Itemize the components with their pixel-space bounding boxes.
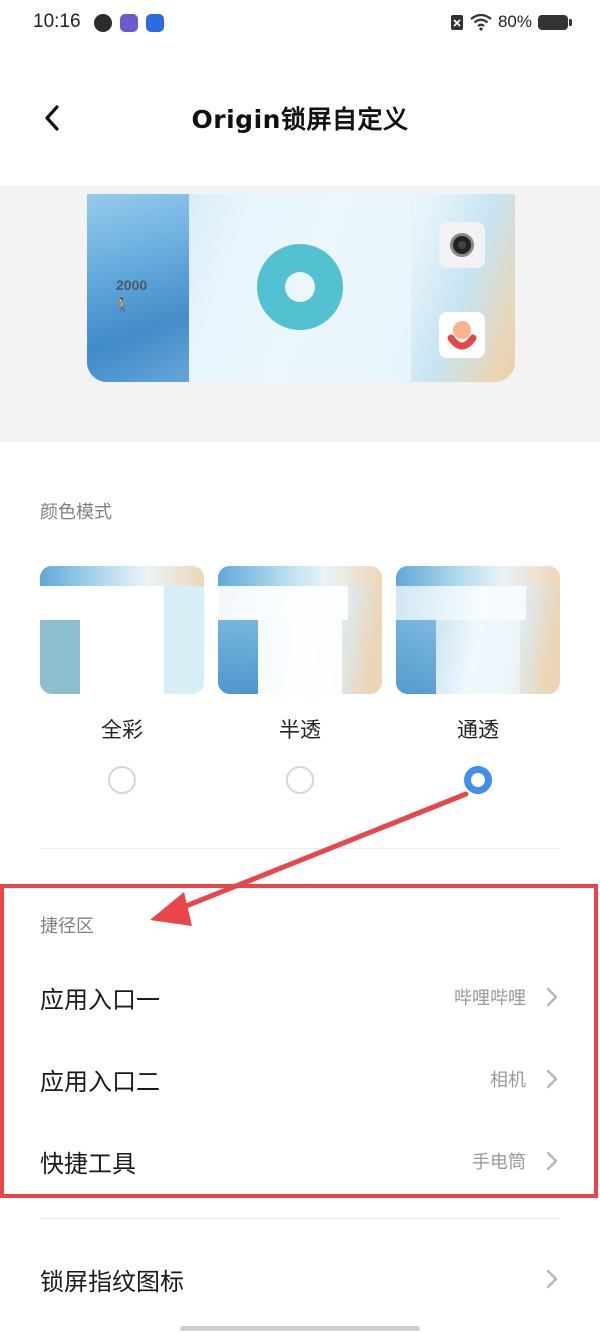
thumb-top-strip [396,566,560,586]
mode-radio[interactable] [286,766,314,794]
thumb-block [396,620,436,694]
mode-radio[interactable] [108,766,136,794]
chevron-right-icon [546,987,558,1007]
row-value: 相机 [490,1070,526,1091]
home-indicator [180,1326,420,1331]
app-notification-icon [94,14,112,32]
thumb-block [218,620,258,694]
thumb-block [80,586,164,694]
app-notification-icon [146,14,164,32]
shortcut-row-app-entry-2[interactable]: 应用入口二 相机 [0,1038,600,1120]
camera-icon [439,222,485,268]
wifi-icon [470,13,492,31]
row-value: 手电筒 [472,1152,526,1173]
battery-percent: 80% [497,12,532,31]
battery-fill [540,16,561,28]
app-notification-icon [120,14,138,32]
thumb-block [218,586,348,620]
shortcut-row-app-entry-1[interactable]: 应用入口一 哔哩哔哩 [0,956,600,1038]
mode-label: 通透 [457,718,499,742]
color-mode-section-label: 颜色模式 [40,502,112,523]
bilibili-app-icon [447,321,477,350]
color-mode-option-full[interactable]: 全彩 [40,566,204,794]
row-title: 应用入口二 [40,1068,160,1096]
lockscreen-preview: 2000 🚶 [0,186,600,442]
preview-steps-count: 2000 [116,277,148,293]
thumb-block [164,586,204,694]
thumb-block [40,586,80,620]
mode-label: 半透 [279,718,321,742]
row-value: 哔哩哔哩 [454,988,526,1009]
app-icon [439,312,485,358]
chevron-right-icon [546,1069,558,1089]
thumb-block [40,620,80,694]
mode-radio[interactable] [464,766,492,794]
row-title: 快捷工具 [40,1150,136,1178]
thumb-block [436,620,520,694]
mode-label: 全彩 [101,718,143,742]
fingerprint-ring-icon [257,244,343,330]
page-title: Origin锁屏自定义 [191,105,409,134]
row-title: 锁屏指纹图标 [40,1268,184,1296]
camera-lens [450,233,474,257]
status-indicators: 80% [450,12,572,32]
preview-wallpaper: 2000 🚶 [87,194,515,382]
shortcut-section-label: 捷径区 [40,916,94,937]
status-bar: 10:16 80% [0,0,600,48]
row-title: 应用入口一 [40,986,160,1014]
mode-thumbnail[interactable] [218,566,382,694]
thumb-block [258,620,342,694]
color-mode-option-half[interactable]: 半透 [218,566,382,794]
walk-icon: 🚶 [114,298,131,313]
thumb-top-strip [218,566,382,586]
divider [40,1218,560,1219]
mode-thumbnail[interactable] [396,566,560,694]
chevron-right-icon [546,1151,558,1171]
thumb-block [396,586,526,620]
mode-thumbnail[interactable] [40,566,204,694]
battery-icon [538,14,572,30]
fingerprint-icon-row[interactable]: 锁屏指纹图标 [0,1238,600,1320]
chevron-right-icon [546,1269,558,1289]
color-mode-option-clear[interactable]: 通透 [396,566,560,794]
thumb-top-strip [40,566,204,586]
status-time: 10:16 [33,11,81,32]
no-sim-icon [450,14,463,30]
divider [40,848,560,849]
shortcut-row-quick-tool[interactable]: 快捷工具 手电筒 [0,1120,600,1202]
